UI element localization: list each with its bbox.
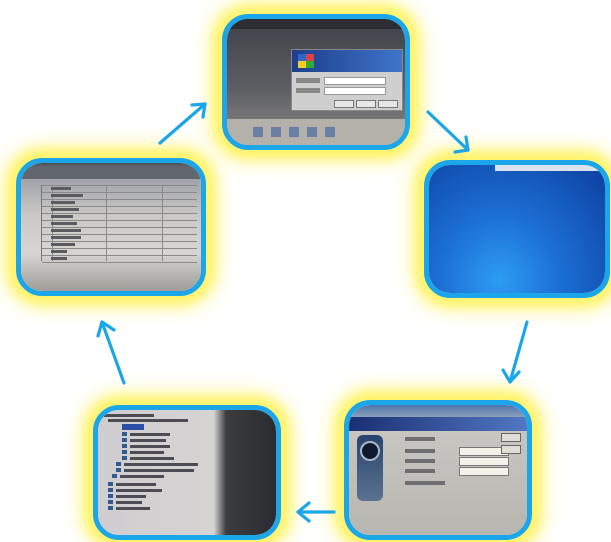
arrow-desktop-to-logon xyxy=(501,320,529,384)
cycle-arrows xyxy=(96,102,529,523)
arrow-login-to-desktop xyxy=(426,110,470,154)
arrow-logon-to-tree xyxy=(296,501,336,523)
arrow-tree-to-table xyxy=(96,320,126,385)
arrow-table-to-login xyxy=(158,102,207,145)
